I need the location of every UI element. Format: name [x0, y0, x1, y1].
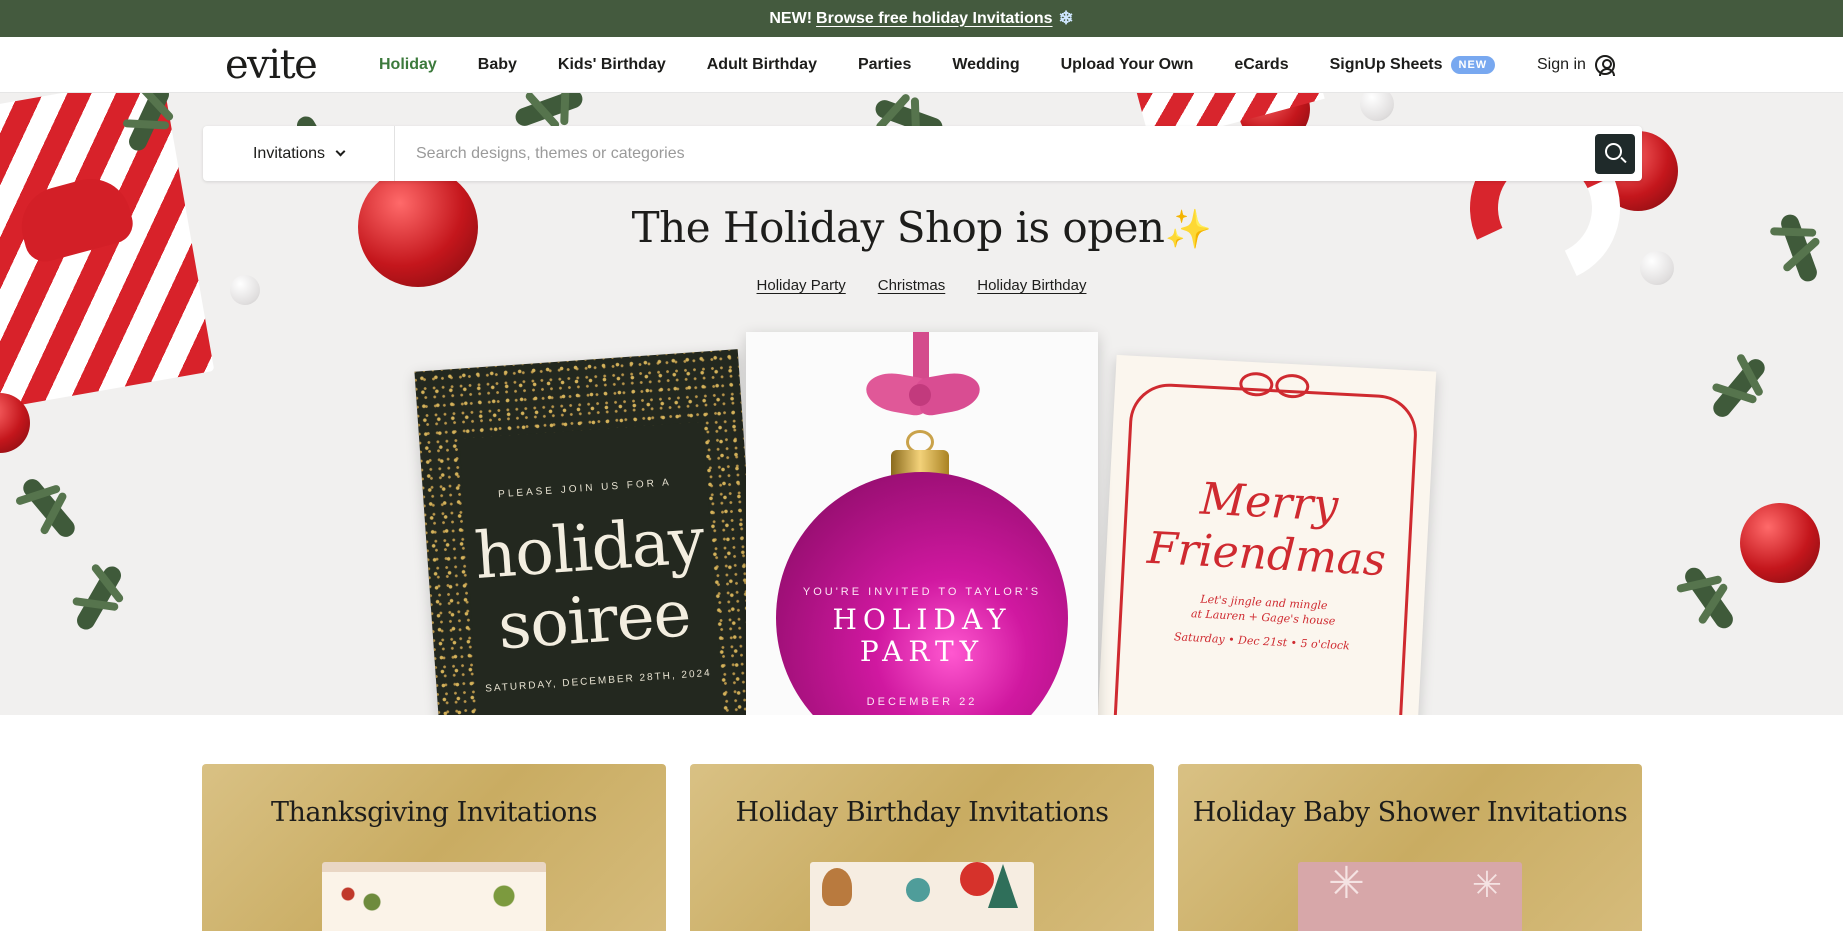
tile-title: Holiday Baby Shower Invitations — [1192, 797, 1628, 828]
hero-links: Holiday Party Christmas Holiday Birthday — [0, 277, 1843, 294]
card-subtitle: YOU'RE INVITED TO TAYLOR'S — [802, 586, 1042, 598]
hero-link-holiday-birthday[interactable]: Holiday Birthday — [977, 277, 1086, 294]
bow-knot — [909, 384, 931, 406]
hero-title-text: The Holiday Shop is open — [631, 203, 1165, 252]
nav-item-label: Upload Your Own — [1060, 56, 1194, 73]
tile-thanksgiving-invitations[interactable]: Thanksgiving Invitations — [202, 764, 666, 931]
user-icon — [1594, 55, 1615, 76]
tile-card-preview — [810, 862, 1034, 931]
nav-item-baby[interactable]: Baby — [478, 56, 517, 74]
hero-title: The Holiday Shop is open✨ — [0, 203, 1843, 252]
pine-branch-decoration — [513, 93, 585, 129]
nav-item-kids-birthday[interactable]: Kids' Birthday — [558, 56, 666, 74]
nav-items: Holiday Baby Kids' Birthday Adult Birthd… — [379, 37, 1496, 93]
card-headline: Merry Friendmas — [1145, 473, 1387, 587]
promo-link[interactable]: Browse free holiday Invitations — [816, 10, 1053, 28]
pine-branch-decoration — [19, 475, 79, 541]
card-headline-text: HOLIDAY PARTY — [832, 603, 1012, 668]
merry-friendmas-card[interactable]: Merry Friendmas Let's jingle and mingle a… — [1095, 354, 1437, 715]
nav-item-parties[interactable]: Parties — [858, 56, 911, 74]
card-subtitle: PLEASE JOIN US FOR A — [497, 477, 673, 501]
promo-prefix: NEW! — [769, 9, 813, 27]
hero-link-christmas[interactable]: Christmas — [878, 277, 946, 294]
main-nav: evite Holiday Baby Kids' Birthday Adult … — [0, 37, 1843, 93]
pine-branch-decoration — [73, 563, 125, 633]
search-type-dropdown[interactable]: Invitations — [203, 126, 395, 181]
nav-item-holiday[interactable]: Holiday — [379, 56, 437, 74]
evite-logo[interactable]: evite — [225, 43, 318, 87]
nav-item-label: eCards — [1234, 56, 1289, 73]
tile-holiday-baby-shower-invitations[interactable]: Holiday Baby Shower Invitations — [1178, 764, 1642, 931]
tile-card-preview — [1298, 858, 1522, 931]
promo-banner: NEW! Browse free holiday Invitations ❄ — [0, 0, 1843, 37]
pine-branch-decoration — [1709, 355, 1769, 421]
white-ball-decoration — [1360, 93, 1394, 121]
nav-item-signup-sheets[interactable]: SignUp Sheets NEW — [1330, 56, 1496, 74]
snowflake-icon: ❄ — [1058, 8, 1074, 28]
search-type-label: Invitations — [252, 144, 326, 162]
nav-item-upload-your-own[interactable]: Upload Your Own — [1061, 56, 1194, 74]
sign-in-label: Sign in — [1537, 56, 1586, 73]
card-date: SATURDAY, DECEMBER 28TH, 2024 — [484, 667, 713, 695]
tile-holiday-birthday-invitations[interactable]: Holiday Birthday Invitations — [690, 764, 1154, 931]
red-ornament-decoration — [1740, 503, 1820, 583]
nav-item-label: SignUp Sheets — [1329, 56, 1443, 73]
ornament-decoration — [906, 878, 930, 902]
nav-item-label: Wedding — [952, 56, 1020, 73]
card-headline: HOLIDAY PARTY — [746, 604, 1098, 668]
nav-item-wedding[interactable]: Wedding — [952, 56, 1019, 74]
tile-title: Holiday Birthday Invitations — [735, 797, 1109, 828]
search-button[interactable] — [1595, 133, 1635, 174]
hero-link-holiday-party[interactable]: Holiday Party — [757, 277, 846, 294]
card-inner: PLEASE JOIN US FOR A holiday soiree SATUR… — [459, 421, 727, 715]
nav-item-ecards[interactable]: eCards — [1234, 56, 1288, 74]
search-icon-handle — [1620, 156, 1627, 163]
sign-in-button[interactable]: Sign in — [1537, 37, 1615, 93]
holiday-soiree-card[interactable]: PLEASE JOIN US FOR A holiday soiree SATUR… — [414, 349, 766, 715]
tile-title: Thanksgiving Invitations — [270, 797, 598, 828]
nav-item-label: Holiday — [379, 56, 437, 73]
bow-icon — [1238, 367, 1312, 411]
nav-item-adult-birthday[interactable]: Adult Birthday — [707, 56, 817, 74]
search-bar: Invitations — [203, 126, 1642, 181]
new-badge: NEW — [1450, 56, 1496, 74]
nav-item-label: Parties — [857, 56, 912, 73]
card-date: DECEMBER 22 — [866, 696, 978, 708]
tile-card-preview — [322, 862, 546, 931]
present-decoration — [960, 862, 994, 896]
search-input[interactable] — [395, 126, 1595, 181]
hero-section: Invitations The Holiday Shop is open✨ Ho… — [0, 93, 1843, 715]
sparkles-icon: ✨ — [1164, 207, 1212, 251]
nav-item-label: Baby — [477, 56, 517, 73]
nav-item-label: Kids' Birthday — [557, 56, 666, 73]
pine-branch-decoration — [1681, 564, 1737, 632]
nav-item-label: Adult Birthday — [706, 56, 817, 73]
card-headline: holiday soiree — [472, 504, 707, 665]
chevron-down-icon — [335, 146, 346, 157]
holiday-party-card[interactable]: YOU'RE INVITED TO TAYLOR'S HOLIDAY PARTY … — [746, 332, 1098, 715]
search-icon — [1605, 142, 1622, 160]
